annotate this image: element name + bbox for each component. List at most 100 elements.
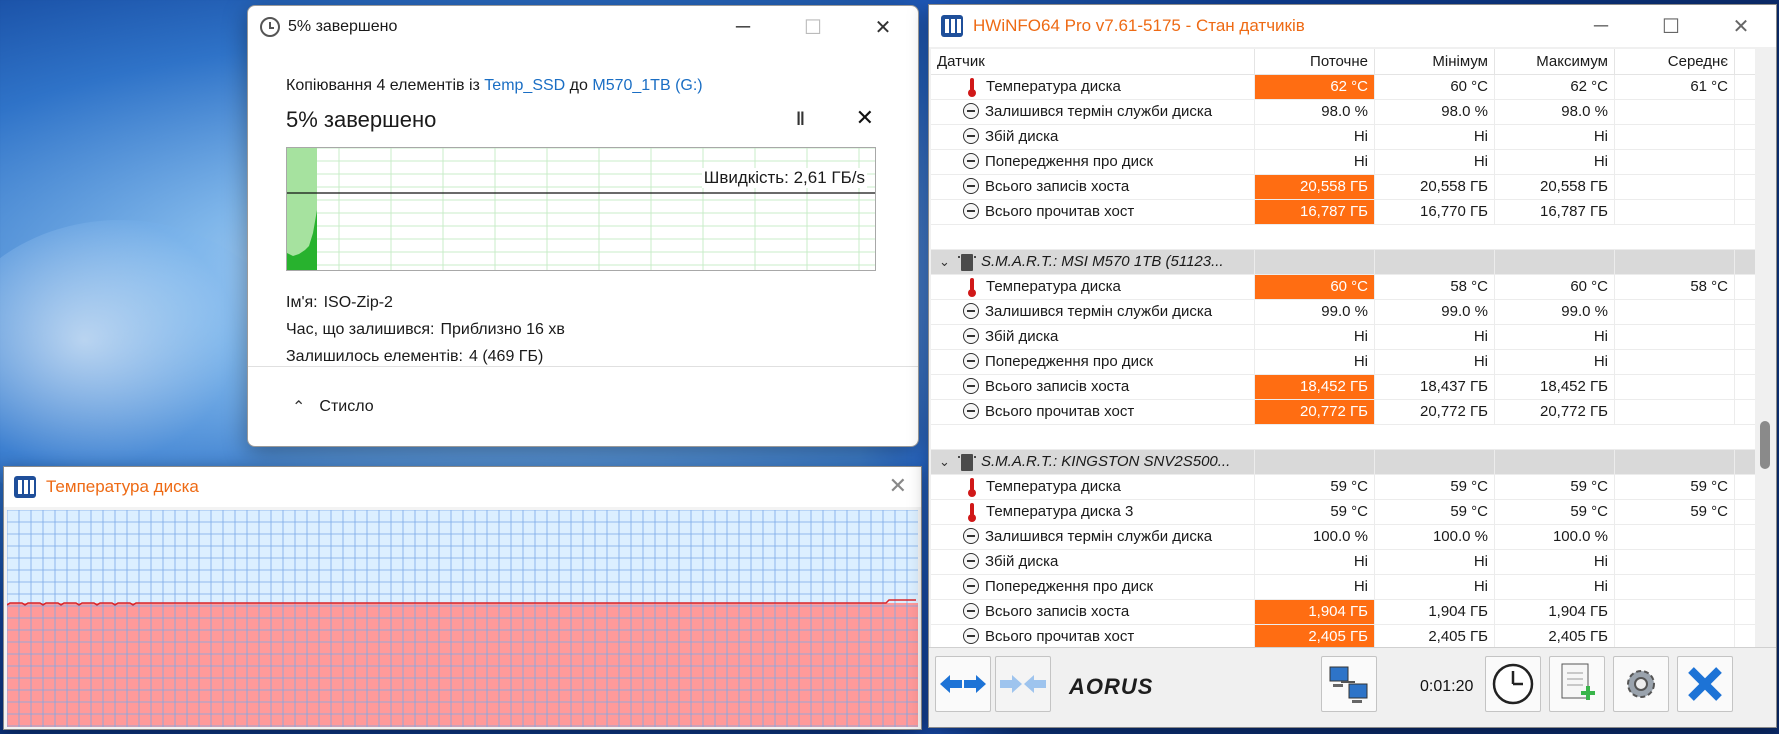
current-value: 59 °C xyxy=(1255,500,1375,524)
add-report-icon[interactable] xyxy=(1549,656,1605,712)
sensor-row[interactable]: Всього записів хоста 18,452 ГБ 18,437 ГБ 18… xyxy=(931,375,1755,400)
chevron-up-icon[interactable]: ⌃ xyxy=(292,397,305,417)
sensor-row[interactable]: Всього записів хоста 1,904 ГБ 1,904 ГБ 1,90… xyxy=(931,600,1755,625)
temp-titlebar[interactable]: Температура диска ✕ xyxy=(4,467,921,507)
copy-titlebar[interactable]: 5% завершено ─ ☐ ✕ xyxy=(248,6,918,48)
close-icon[interactable]: ✕ xyxy=(889,473,907,499)
gauge-icon xyxy=(963,303,979,319)
sensor-row[interactable]: Температура диска 3 59 °C 59 °C 59 °C 59 °C xyxy=(931,500,1755,525)
sensor-row[interactable]: Залишився термін служби диска 98.0 % 98.0 … xyxy=(931,100,1755,125)
blank-row xyxy=(931,425,1755,450)
sensor-name: Всього записів хоста xyxy=(985,378,1130,395)
group-empty-cell xyxy=(1375,450,1495,474)
sensor-row[interactable]: Залишився термін служби диска 99.0 % 99.0 … xyxy=(931,300,1755,325)
current-value: 59 °C xyxy=(1255,475,1375,499)
sensor-row[interactable]: Температура диска 60 °C 58 °C 60 °C 58 °C xyxy=(931,275,1755,300)
network-computers-icon[interactable] xyxy=(1321,656,1377,712)
minimize-button[interactable]: ─ xyxy=(708,6,778,48)
minimize-button[interactable]: ─ xyxy=(1566,5,1636,47)
time-remaining-value: Приблизно 16 хв xyxy=(440,321,565,338)
maximize-button[interactable]: ☐ xyxy=(778,6,848,48)
destination-drive-link[interactable]: M570_1TB (G:) xyxy=(592,77,702,94)
maximum-value: Ні xyxy=(1495,150,1615,174)
sensor-row[interactable]: Збій диска Ні Ні Ні xyxy=(931,125,1755,150)
arrows-inward-icon[interactable] xyxy=(995,656,1051,712)
blank-row xyxy=(931,225,1755,250)
sensor-name: Залишився термін служби диска xyxy=(985,303,1213,320)
window-controls: ─ ☐ ✕ xyxy=(1566,5,1776,47)
sensor-name-cell: Попередження про диск xyxy=(931,350,1255,374)
gauge-icon xyxy=(963,553,979,569)
hwinfo-titlebar[interactable]: HWiNFO64 Pro v7.61-5175 - Стан датчиків … xyxy=(929,5,1776,47)
maximum-value: Ні xyxy=(1495,575,1615,599)
transfer-speed-graph: Швидкість: 2,61 ГБ/s xyxy=(286,147,876,271)
column-header-sensor[interactable]: Датчик xyxy=(931,49,1255,74)
chevron-down-icon[interactable]: ⌄ xyxy=(939,254,957,270)
sensor-group-row[interactable]: ⌄ S.M.A.R.T.: KINGSTON SNV2S500... xyxy=(931,450,1755,475)
maximize-button[interactable]: ☐ xyxy=(1636,5,1706,47)
column-header-current[interactable]: Поточне xyxy=(1255,49,1375,74)
sensor-row[interactable]: Попередження про диск Ні Ні Ні xyxy=(931,150,1755,175)
sensor-name-cell: Всього записів хоста xyxy=(931,175,1255,199)
arrows-left-right-icon[interactable] xyxy=(935,656,991,712)
sensor-row[interactable]: Попередження про диск Ні Ні Ні xyxy=(931,575,1755,600)
current-value: Ні xyxy=(1255,125,1375,149)
sensor-row[interactable]: Залишився термін служби диска 100.0 % 100.… xyxy=(931,525,1755,550)
sensor-row[interactable]: Збій диска Ні Ні Ні xyxy=(931,550,1755,575)
thermometer-icon xyxy=(967,478,977,497)
minimum-value: 58 °C xyxy=(1375,275,1495,299)
minimum-value: 60 °C xyxy=(1375,75,1495,99)
vertical-scrollbar[interactable] xyxy=(1758,49,1772,649)
column-header-maximum[interactable]: Максимум xyxy=(1495,49,1615,74)
window-controls: ─ ☐ ✕ xyxy=(708,6,918,48)
chevron-down-icon[interactable]: ⌄ xyxy=(939,454,957,470)
close-button[interactable]: ✕ xyxy=(1706,5,1776,47)
sensor-name: Температура диска 3 xyxy=(986,503,1134,520)
gauge-icon xyxy=(963,603,979,619)
average-value xyxy=(1615,525,1735,549)
fewer-details-button[interactable]: Стисло xyxy=(319,398,373,416)
clock-icon[interactable] xyxy=(1485,656,1541,712)
close-x-icon[interactable] xyxy=(1677,656,1733,712)
sensor-group-row[interactable]: ⌄ S.M.A.R.T.: MSI M570 1TB (51123... xyxy=(931,250,1755,275)
maximum-value: 18,452 ГБ xyxy=(1495,375,1615,399)
sensor-group-name: S.M.A.R.T.: KINGSTON SNV2S500... xyxy=(981,453,1231,470)
source-folder-link[interactable]: Temp_SSD xyxy=(484,77,565,94)
current-value: Ні xyxy=(1255,325,1375,349)
sensor-row[interactable]: Всього записів хоста 20,558 ГБ 20,558 ГБ 20… xyxy=(931,175,1755,200)
gear-icon[interactable] xyxy=(1613,656,1669,712)
temp-window-title: Температура диска xyxy=(46,477,199,496)
minimum-value: Ні xyxy=(1375,350,1495,374)
pause-button[interactable]: ‖ xyxy=(796,109,806,130)
gauge-icon xyxy=(963,628,979,644)
gauge-icon xyxy=(963,153,979,169)
speed-graph-canvas xyxy=(287,148,875,270)
current-value: 100.0 % xyxy=(1255,525,1375,549)
hwinfo-icon xyxy=(14,476,36,498)
maximum-value: 16,787 ГБ xyxy=(1495,200,1615,224)
sensor-name-cell: Залишився термін служби диска xyxy=(931,100,1255,124)
scrollbar-thumb[interactable] xyxy=(1760,421,1770,469)
close-button[interactable]: ✕ xyxy=(848,6,918,48)
average-value xyxy=(1615,200,1735,224)
sensor-name: Збій диска xyxy=(985,553,1059,570)
cancel-copy-button[interactable]: ✕ xyxy=(856,105,874,131)
group-empty-cell xyxy=(1615,250,1735,274)
sensor-row[interactable]: Всього прочитав хост 2,405 ГБ 2,405 ГБ 2,40… xyxy=(931,625,1755,649)
column-header-average[interactable]: Середнє xyxy=(1615,49,1735,74)
gauge-icon xyxy=(963,178,979,194)
average-value xyxy=(1615,125,1735,149)
sensor-row[interactable]: Всього прочитав хост 20,772 ГБ 20,772 ГБ 20… xyxy=(931,400,1755,425)
sensor-row[interactable]: Збій диска Ні Ні Ні xyxy=(931,325,1755,350)
sensor-name-cell: Всього прочитав хост xyxy=(931,200,1255,224)
sensor-row[interactable]: Температура диска 62 °C 60 °C 62 °C 61 °C xyxy=(931,75,1755,100)
sensor-name: Температура диска xyxy=(986,78,1121,95)
sensor-row[interactable]: Попередження про диск Ні Ні Ні xyxy=(931,350,1755,375)
sensor-row[interactable]: Всього прочитав хост 16,787 ГБ 16,770 ГБ 16… xyxy=(931,200,1755,225)
column-header-minimum[interactable]: Мінімум xyxy=(1375,49,1495,74)
file-name-row: Ім'я: ISO-Zip-2 xyxy=(286,289,880,316)
maximum-value: 20,558 ГБ xyxy=(1495,175,1615,199)
sensor-rows: Температура диска 62 °C 60 °C 62 °C 61 °C Зал… xyxy=(931,75,1755,649)
current-value: 62 °C xyxy=(1255,75,1375,99)
sensor-row[interactable]: Температура диска 59 °C 59 °C 59 °C 59 °C xyxy=(931,475,1755,500)
